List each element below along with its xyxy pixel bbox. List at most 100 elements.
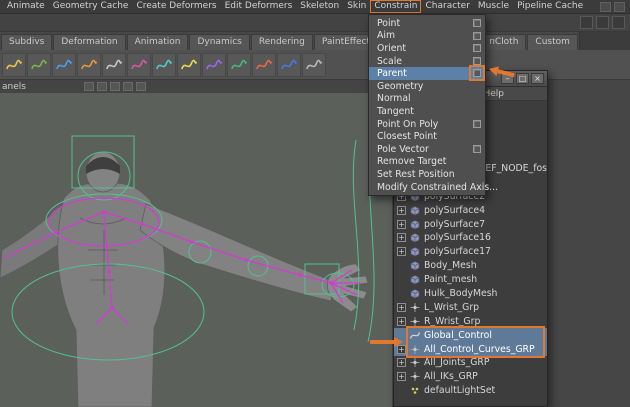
menu-item-normal[interactable]: Normal <box>369 93 485 106</box>
shelf-tab-subdivs[interactable]: Subdivs <box>1 34 52 50</box>
layout-shortcut-icon[interactable] <box>600 2 611 12</box>
shelf-tab-animation[interactable]: Animation <box>127 34 189 50</box>
outliner-item-hulk-bodymesh[interactable]: Hulk_BodyMesh <box>394 287 547 301</box>
outliner-item-defaultlightset[interactable]: defaultLightSet <box>394 384 547 398</box>
shelf-curve-4-icon[interactable] <box>77 53 101 77</box>
outliner-item-polysurface16[interactable]: +polySurface16 <box>394 231 547 245</box>
viewport-toolbar-icon-1[interactable] <box>84 82 94 91</box>
shelf-tab-ncloth[interactable]: nCloth <box>481 34 526 50</box>
option-box-parent[interactable] <box>473 69 481 77</box>
menu-character[interactable]: Character <box>421 0 473 13</box>
transform-icon <box>409 357 421 368</box>
viewport-panels-menu[interactable]: anels <box>2 82 26 92</box>
viewport-toolbar-icon-4[interactable] <box>123 82 133 91</box>
outliner-item-all-control-curves-grp[interactable]: +All_Control_Curves_GRP <box>394 342 547 356</box>
outliner-item-polysurface4[interactable]: +polySurface4 <box>394 203 547 217</box>
outliner-item-r-wrist-grp[interactable]: + R_Wrist_Grp <box>394 314 547 328</box>
menu-item-modify-constrained-axis[interactable]: Modify Constrained Axis... <box>369 181 485 194</box>
shelf-curve-6-icon[interactable] <box>127 53 151 77</box>
menu-item-pole-vector[interactable]: Pole Vector <box>369 143 485 156</box>
menu-bar-right <box>600 2 630 12</box>
menu-muscle[interactable]: Muscle <box>474 0 513 13</box>
expand-toggle[interactable]: + <box>397 358 406 367</box>
menu-animate[interactable]: Animate <box>3 0 49 13</box>
shelf-curve-11-icon[interactable] <box>252 53 276 77</box>
mesh-icon <box>409 274 421 285</box>
shelf-curve-12-icon[interactable] <box>277 53 301 77</box>
shelf-tab-rendering[interactable]: Rendering <box>251 34 313 50</box>
menu-item-set-rest-position[interactable]: Set Rest Position <box>369 168 485 181</box>
shelf-curve-2-icon[interactable] <box>27 53 51 77</box>
outliner-item-label: R_Wrist_Grp <box>424 316 480 327</box>
mesh-icon <box>409 288 421 299</box>
viewport-toolbar-icon-5[interactable] <box>136 82 146 91</box>
option-box-orient[interactable] <box>473 44 481 52</box>
menu-pipeline-cache[interactable]: Pipeline Cache <box>513 0 587 13</box>
shelf-curve-1-icon[interactable] <box>2 53 26 77</box>
option-box-scale[interactable] <box>473 57 481 65</box>
outliner-item-all-joints-grp[interactable]: + All_Joints_GRP <box>394 356 547 370</box>
shelf-curve-8-icon[interactable] <box>177 53 201 77</box>
outliner-item-paint-mesh[interactable]: Paint_mesh <box>394 273 547 287</box>
shelf-tab-bar: SubdivsDeformationAnimationDynamicsRende… <box>0 32 630 50</box>
menu-item-orient[interactable]: Orient <box>369 42 485 55</box>
menu-item-aim[interactable]: Aim <box>369 30 485 43</box>
option-box-aim[interactable] <box>473 32 481 40</box>
outliner-item-label: All_Joints_GRP <box>424 357 490 368</box>
layout-shortcut-icon-2[interactable] <box>614 2 625 12</box>
menu-geometry-cache[interactable]: Geometry Cache <box>49 0 133 13</box>
maya-window: AnimateGeometry CacheCreate DeformersEdi… <box>0 0 630 407</box>
shelf-tab-deformation[interactable]: Deformation <box>53 34 125 50</box>
shelf-curve-5-icon[interactable] <box>102 53 126 77</box>
show-hide-icon-3[interactable] <box>612 16 625 29</box>
menu-item-label: Modify Constrained Axis... <box>377 182 498 193</box>
option-box-point-on-poly[interactable] <box>473 120 481 128</box>
expand-toggle[interactable]: + <box>397 372 406 381</box>
show-hide-icon[interactable] <box>580 16 593 29</box>
menu-item-tangent[interactable]: Tangent <box>369 105 485 118</box>
transform-icon <box>409 316 421 327</box>
menu-edit-deformers[interactable]: Edit Deformers <box>221 0 297 13</box>
outliner-menu-help[interactable]: Help <box>483 89 504 99</box>
outliner-item-l-wrist-grp[interactable]: +L_Wrist_Grp <box>394 300 547 314</box>
expand-toggle[interactable]: + <box>397 206 406 215</box>
menu-item-remove-target[interactable]: Remove Target <box>369 156 485 169</box>
expand-toggle[interactable]: + <box>397 247 406 256</box>
menu-skin[interactable]: Skin <box>343 0 370 13</box>
outliner-item-body-mesh[interactable]: Body_Mesh <box>394 259 547 273</box>
menu-item-geometry[interactable]: Geometry <box>369 80 485 93</box>
show-hide-icon-2[interactable] <box>596 16 609 29</box>
outliner-item-polysurface7[interactable]: +polySurface7 <box>394 217 547 231</box>
menu-item-closest-point[interactable]: Closest Point <box>369 130 485 143</box>
shelf-curve-7-icon[interactable] <box>152 53 176 77</box>
menu-item-scale[interactable]: Scale <box>369 55 485 68</box>
viewport[interactable]: anels <box>0 80 392 407</box>
shelf-curve-3-icon[interactable] <box>52 53 76 77</box>
expand-toggle[interactable]: + <box>397 233 406 242</box>
menu-item-label: Normal <box>377 93 411 104</box>
shelf-curve-9-icon[interactable] <box>202 53 226 77</box>
shelf-curve-13-icon[interactable] <box>302 53 326 77</box>
outliner-item-polysurface17[interactable]: +polySurface17 <box>394 245 547 259</box>
expand-toggle[interactable]: + <box>397 220 406 229</box>
outliner-item-global-control[interactable]: Global_Control <box>394 328 547 342</box>
option-box-pole-vector[interactable] <box>473 145 481 153</box>
menu-constrain[interactable]: Constrain <box>370 0 421 13</box>
shelf-tab-dynamics[interactable]: Dynamics <box>189 34 249 50</box>
shelf-tab-custom[interactable]: Custom <box>527 34 577 50</box>
outliner-item-label: Global_Control <box>424 330 492 341</box>
menu-item-point[interactable]: Point <box>369 17 485 30</box>
expand-toggle[interactable]: + <box>397 303 406 312</box>
menu-item-parent[interactable]: Parent <box>369 67 485 80</box>
viewport-toolbar-icon-2[interactable] <box>97 82 107 91</box>
expand-toggle[interactable]: + <box>397 317 406 326</box>
maximize-button[interactable]: □ <box>516 73 529 84</box>
menu-create-deformers[interactable]: Create Deformers <box>132 0 220 13</box>
close-button[interactable]: × <box>531 73 544 84</box>
menu-item-point-on-poly[interactable]: Point On Poly <box>369 118 485 131</box>
viewport-toolbar-icon-3[interactable] <box>110 82 120 91</box>
shelf-curve-10-icon[interactable] <box>227 53 251 77</box>
outliner-item-all-iks-grp[interactable]: +All_IKs_GRP <box>394 370 547 384</box>
option-box-point[interactable] <box>473 19 481 27</box>
menu-skeleton[interactable]: Skeleton <box>296 0 343 13</box>
